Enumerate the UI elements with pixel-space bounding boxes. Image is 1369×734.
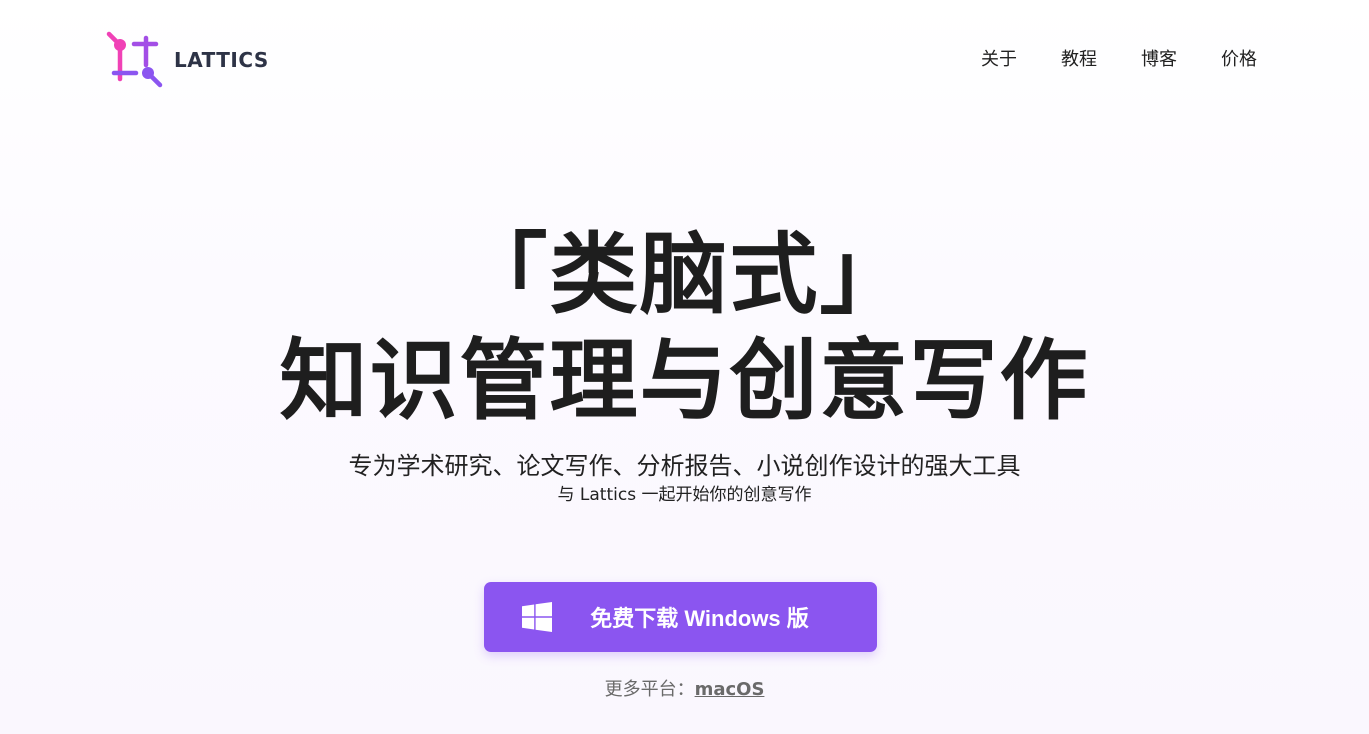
more-platforms: 更多平台：macOS <box>0 677 1369 703</box>
hero-title-line-1: 「类脑式」 <box>459 223 910 326</box>
more-platforms-label: 更多平台： <box>604 679 695 700</box>
download-label: 免费下载 Windows 版 <box>590 606 809 631</box>
nav-item-tutorials[interactable]: 教程 <box>1061 47 1097 73</box>
macos-link[interactable]: macOS <box>695 679 765 700</box>
nav-item-about[interactable]: 关于 <box>981 47 1017 73</box>
download-windows-button[interactable]: 免费下载 Windows 版 <box>484 582 877 652</box>
nav-item-blog[interactable]: 博客 <box>1141 47 1177 73</box>
lattics-logo-icon <box>106 31 163 88</box>
logo-link[interactable]: LATTICS <box>106 31 269 89</box>
hero-title-line-2: 知识管理与创意写作 <box>279 329 1090 432</box>
site-header: LATTICS 关于 教程 博客 价格 <box>0 0 1369 120</box>
hero-tagline: 与 Lattics 一起开始你的创意写作 <box>557 485 812 505</box>
main-nav: 关于 教程 博客 价格 <box>981 47 1257 73</box>
hero-subtitle: 专为学术研究、论文写作、分析报告、小说创作设计的强大工具 <box>348 452 1021 480</box>
brand-name: LATTICS <box>174 48 269 72</box>
nav-item-pricing[interactable]: 价格 <box>1221 47 1257 73</box>
hero-title: 「类脑式」 知识管理与创意写作 <box>0 222 1369 434</box>
